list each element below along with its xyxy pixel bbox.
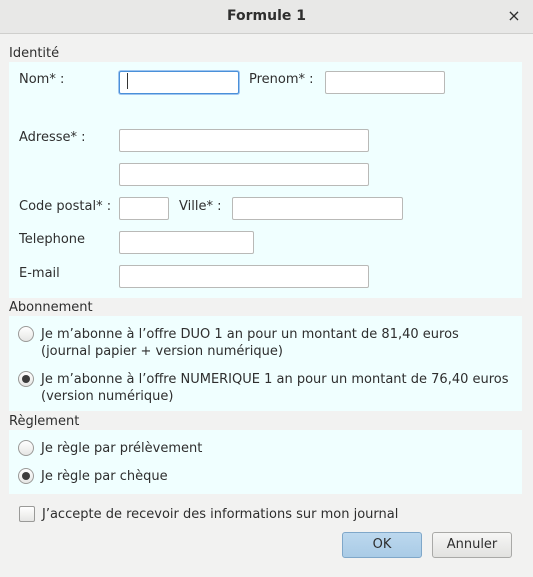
radio-unchecked-icon[interactable] bbox=[18, 440, 34, 456]
telephone-input[interactable] bbox=[119, 231, 254, 254]
reglement-option-cheque-label: Je règle par chèque bbox=[41, 469, 168, 484]
reglement-section-title: Règlement bbox=[9, 414, 80, 429]
consent-label: J’accepte de recevoir des informations s… bbox=[42, 507, 399, 522]
cancel-button[interactable]: Annuler bbox=[432, 532, 512, 558]
window-title: Formule 1 bbox=[227, 8, 306, 24]
close-icon[interactable]: × bbox=[503, 5, 525, 27]
reglement-option-prelevement-label: Je règle par prélèvement bbox=[41, 441, 203, 456]
title-bar: Formule 1 × bbox=[0, 0, 533, 34]
radio-checked-icon[interactable] bbox=[18, 371, 34, 387]
consent-checkbox[interactable] bbox=[19, 506, 35, 522]
nom-input[interactable] bbox=[119, 71, 239, 94]
nom-label: Nom* : bbox=[19, 72, 65, 87]
ville-input[interactable] bbox=[232, 197, 403, 220]
code-postal-input[interactable] bbox=[119, 197, 169, 220]
abonnement-option-numerique-line2: (version numérique) bbox=[41, 389, 174, 404]
radio-checked-icon[interactable] bbox=[18, 468, 34, 484]
email-label: E-mail bbox=[19, 266, 60, 281]
identite-section-title: Identité bbox=[9, 46, 60, 61]
abonnement-option-duo-line1: Je m’abonne à l’offre DUO 1 an pour un m… bbox=[41, 327, 459, 342]
ok-button[interactable]: OK bbox=[342, 532, 422, 558]
telephone-label: Telephone bbox=[19, 232, 86, 247]
prenom-label: Prenom* : bbox=[249, 72, 314, 87]
abonnement-option-numerique-line1: Je m’abonne à l’offre NUMERIQUE 1 an pou… bbox=[41, 372, 509, 387]
adresse-line1-input[interactable] bbox=[119, 129, 369, 152]
abonnement-section-title: Abonnement bbox=[9, 300, 93, 315]
adresse-label: Adresse* : bbox=[19, 130, 86, 145]
code-postal-label: Code postal* : bbox=[19, 199, 112, 214]
text-caret bbox=[127, 73, 128, 89]
email-input[interactable] bbox=[119, 265, 369, 288]
adresse-line2-input[interactable] bbox=[119, 163, 369, 186]
abonnement-option-duo-line2: (journal papier + version numérique) bbox=[41, 344, 283, 359]
radio-unchecked-icon[interactable] bbox=[18, 326, 34, 342]
ville-label: Ville* : bbox=[179, 199, 222, 214]
prenom-input[interactable] bbox=[325, 71, 445, 94]
